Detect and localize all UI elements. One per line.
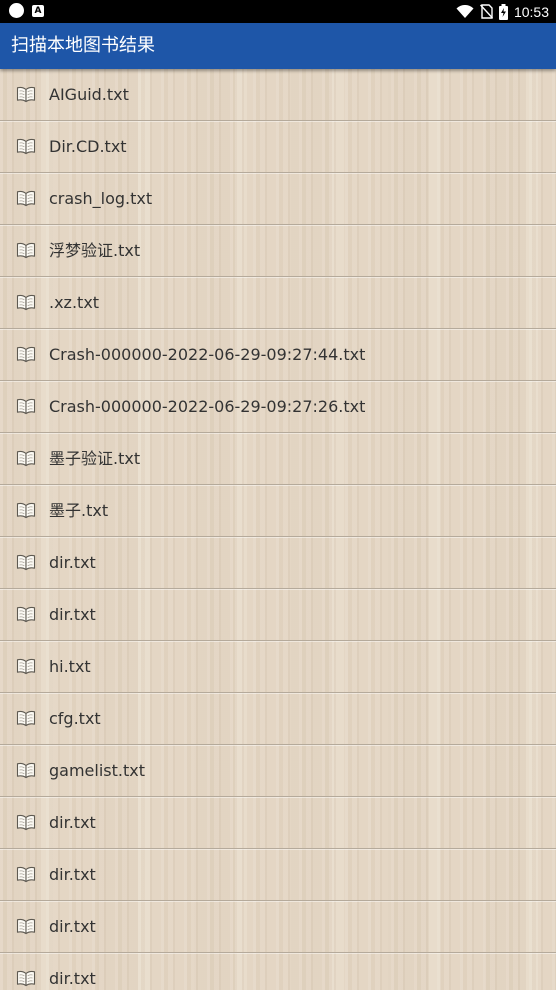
file-name: Dir.CD.txt xyxy=(49,137,127,156)
book-icon xyxy=(16,346,36,363)
book-icon xyxy=(16,398,36,415)
book-icon xyxy=(16,762,36,779)
file-name: 浮梦验证.txt xyxy=(49,241,141,260)
list-item[interactable]: gamelist.txt xyxy=(0,745,556,797)
list-item[interactable]: 浮梦验证.txt xyxy=(0,225,556,277)
file-list-container[interactable]: AIGuid.txt Dir.CD.txt crash_log.txt 浮梦验证… xyxy=(0,69,556,990)
book-icon xyxy=(16,710,36,727)
list-item[interactable]: dir.txt xyxy=(0,589,556,641)
file-name: dir.txt xyxy=(49,553,96,572)
list-item[interactable]: dir.txt xyxy=(0,797,556,849)
book-icon xyxy=(16,918,36,935)
file-name: gamelist.txt xyxy=(49,761,145,780)
no-sim-icon xyxy=(479,4,493,19)
list-item[interactable]: AIGuid.txt xyxy=(0,69,556,121)
circle-icon xyxy=(9,3,24,18)
book-icon xyxy=(16,554,36,571)
list-item[interactable]: Dir.CD.txt xyxy=(0,121,556,173)
file-name: crash_log.txt xyxy=(49,189,153,208)
book-icon xyxy=(16,86,36,103)
list-item[interactable]: Crash-000000-2022-06-29-09:27:26.txt xyxy=(0,381,556,433)
file-name: 墨子.txt xyxy=(49,501,109,520)
list-item[interactable]: dir.txt xyxy=(0,849,556,901)
file-name: dir.txt xyxy=(49,969,96,988)
list-item[interactable]: dir.txt xyxy=(0,537,556,589)
status-bar: A 10:53 xyxy=(0,0,556,23)
list-item[interactable]: hi.txt xyxy=(0,641,556,693)
book-icon xyxy=(16,294,36,311)
book-icon xyxy=(16,866,36,883)
page-title: 扫描本地图书结果 xyxy=(11,35,155,56)
list-item[interactable]: 墨子验证.txt xyxy=(0,433,556,485)
list-item[interactable]: cfg.txt xyxy=(0,693,556,745)
battery-icon xyxy=(498,3,508,20)
book-icon xyxy=(16,970,36,987)
book-icon xyxy=(16,242,36,259)
file-name: AIGuid.txt xyxy=(49,85,129,104)
list-item[interactable]: dir.txt xyxy=(0,901,556,953)
status-time: 10:53 xyxy=(513,3,549,20)
book-icon xyxy=(16,814,36,831)
list-item[interactable]: .xz.txt xyxy=(0,277,556,329)
book-icon xyxy=(16,190,36,207)
file-name: hi.txt xyxy=(49,657,91,676)
wifi-icon xyxy=(456,4,474,18)
file-name: Crash-000000-2022-06-29-09:27:26.txt xyxy=(49,397,366,416)
app-bar: 扫描本地图书结果 xyxy=(0,23,556,69)
book-icon xyxy=(16,502,36,519)
file-name: dir.txt xyxy=(49,605,96,624)
book-icon xyxy=(16,450,36,467)
file-name: dir.txt xyxy=(49,917,96,936)
list-item[interactable]: dir.txt xyxy=(0,953,556,990)
list-item[interactable]: crash_log.txt xyxy=(0,173,556,225)
file-name: Crash-000000-2022-06-29-09:27:44.txt xyxy=(49,345,366,364)
file-name: dir.txt xyxy=(49,813,96,832)
book-icon xyxy=(16,658,36,675)
file-name: .xz.txt xyxy=(49,293,100,312)
file-name: cfg.txt xyxy=(49,709,101,728)
list-item[interactable]: Crash-000000-2022-06-29-09:27:44.txt xyxy=(0,329,556,381)
file-list: AIGuid.txt Dir.CD.txt crash_log.txt 浮梦验证… xyxy=(0,69,556,990)
book-icon xyxy=(16,606,36,623)
a-notification-icon: A xyxy=(32,4,44,17)
book-icon xyxy=(16,138,36,155)
file-name: 墨子验证.txt xyxy=(49,449,141,468)
list-item[interactable]: 墨子.txt xyxy=(0,485,556,537)
file-name: dir.txt xyxy=(49,865,96,884)
